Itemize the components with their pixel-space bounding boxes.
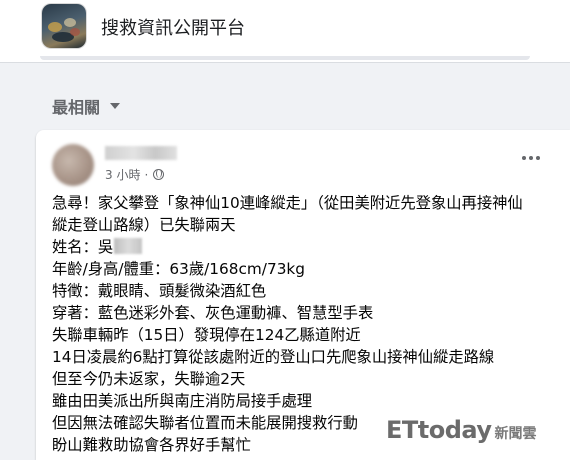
post-line: 雖由田美派出所與南庄消防局接手處理	[52, 392, 313, 410]
post-line: 失聯車輛昨（15日）發現停在124乙縣道附近	[52, 326, 361, 344]
meta-separator: ·	[144, 167, 149, 182]
stacked-card-edge	[40, 56, 530, 60]
post-line: 穿著：藍色迷彩外套、灰色運動褲、智慧型手表	[52, 304, 374, 322]
post-card: 3 小時 · 急尋！家父攀登「象神仙10連峰縱走」（從田美附近先登象山再接神仙 …	[36, 130, 570, 460]
name-redacted	[114, 238, 143, 254]
post-line: 急尋！家父攀登「象神仙10連峰縱走」（從田美附近先登象山再接神仙	[52, 194, 523, 212]
sort-label: 最相關	[52, 98, 101, 117]
watermark-brand: ETtoday	[386, 416, 492, 444]
globe-icon	[153, 169, 165, 180]
group-avatar[interactable]	[42, 4, 86, 48]
ettoday-watermark: ETtoday 新聞雲	[386, 416, 537, 444]
avatar[interactable]	[52, 144, 94, 186]
name-label: 姓名：吳	[52, 238, 114, 256]
post-line: 年齡/身高/體重：63歲/168cm/73kg	[52, 260, 305, 278]
post-line: 但至今仍未返家，失聯逾2天	[52, 370, 246, 388]
group-title[interactable]: 搜救資訊公開平台	[101, 14, 245, 40]
sort-dropdown[interactable]: 最相關	[52, 94, 121, 118]
author-name-redacted[interactable]	[105, 146, 177, 160]
watermark-sub: 新聞雲	[494, 426, 537, 442]
post-line: 縱走登山路線）已失聯兩天	[52, 216, 236, 234]
more-horizontal-icon[interactable]	[522, 156, 540, 160]
post-line: 特徵：戴眼睛、頭髮微染酒紅色	[52, 282, 267, 300]
group-header: 搜救資訊公開平台	[0, 0, 570, 63]
post-line: 14日凌晨約6點打算從該處附近的登山口先爬象山接神仙縱走路線	[52, 348, 495, 366]
post-meta: 3 小時 ·	[105, 166, 165, 183]
post-time[interactable]: 3 小時	[105, 166, 140, 183]
caret-down-icon	[110, 103, 121, 109]
post-line-name: 姓名：吳	[52, 236, 567, 258]
